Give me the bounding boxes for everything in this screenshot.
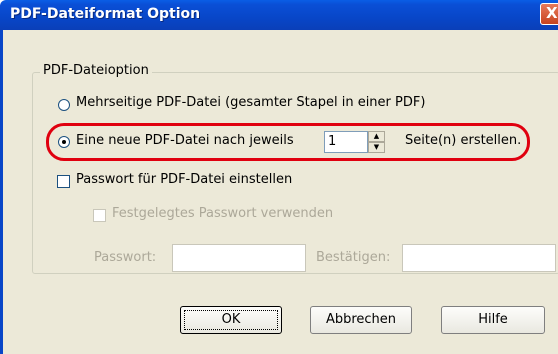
title-bar[interactable]: PDF-Dateiformat Option X	[0, 0, 558, 30]
close-icon: X	[546, 4, 558, 22]
fixed-password-label: Festgelegtes Passwort verwenden	[112, 206, 334, 221]
fixed-password-checkbox[interactable]	[93, 209, 106, 222]
password-input[interactable]	[172, 244, 306, 272]
help-button[interactable]: Hilfe	[441, 306, 545, 334]
close-button[interactable]: X	[540, 3, 558, 25]
cancel-button-label: Abbrechen	[325, 312, 397, 327]
cancel-button[interactable]: Abbrechen	[310, 306, 412, 334]
password-checkbox-label[interactable]: Passwort für PDF-Datei einstellen	[76, 172, 292, 187]
multipage-radio[interactable]	[58, 99, 70, 111]
password-field-label: Passwort:	[94, 250, 157, 265]
password-checkbox[interactable]	[57, 175, 70, 188]
confirm-input[interactable]	[402, 244, 556, 272]
group-legend: PDF-Dateioption	[40, 63, 152, 78]
multipage-label[interactable]: Mehrseitige PDF-Datei (gesamter Stapel i…	[76, 95, 425, 110]
focus-rect	[184, 310, 278, 330]
ok-button[interactable]: OK	[180, 306, 282, 334]
highlight-annotation	[46, 123, 530, 161]
confirm-field-label: Bestätigen:	[316, 250, 391, 265]
window-title: PDF-Dateiformat Option	[10, 6, 201, 22]
help-button-label: Hilfe	[478, 312, 508, 327]
